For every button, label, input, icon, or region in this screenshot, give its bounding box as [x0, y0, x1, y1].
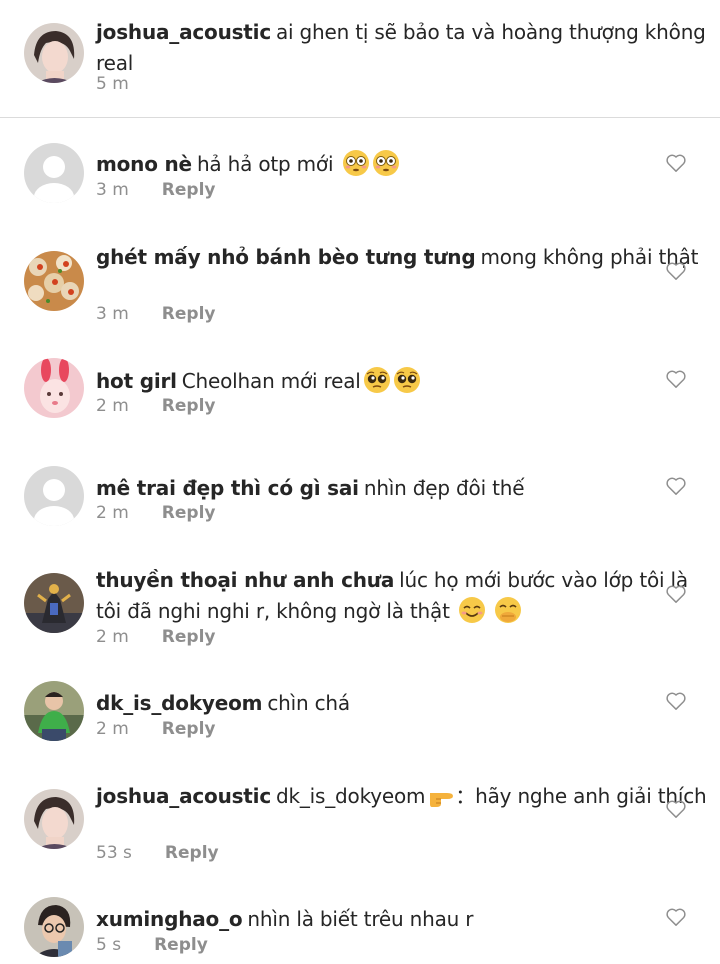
comment-username[interactable]: mono nè	[96, 152, 192, 176]
heart-outline-icon[interactable]	[665, 476, 687, 496]
comment-text: dk_is_dokyeom chìn chá	[96, 688, 716, 719]
reply-button[interactable]: Reply	[165, 843, 219, 863]
comment-body: Cheolhan mới real	[181, 369, 361, 393]
comment-username[interactable]: ghét mấy nhỏ bánh bèo tưng tưng	[96, 245, 476, 269]
comment-text: xuminghao_o nhìn là biết trêu nhau r	[96, 904, 716, 935]
comment-text: ghét mấy nhỏ bánh bèo tưng tưng mong khôn…	[96, 242, 716, 273]
heart-outline-icon[interactable]	[665, 369, 687, 389]
reply-button[interactable]: Reply	[162, 503, 216, 523]
comment-text: mono nè hả hả otp mới	[96, 149, 716, 180]
smiling-face-emoji	[458, 596, 486, 624]
heart-outline-icon[interactable]	[665, 691, 687, 711]
comment-body: nhìn là biết trêu nhau r	[247, 907, 474, 931]
comment-username[interactable]: xuminghao_o	[96, 907, 243, 931]
comment-time: 3 m	[96, 180, 129, 200]
reply-button[interactable]: Reply	[162, 719, 216, 739]
comment-body: nhìn đẹp đôi thế	[363, 476, 525, 500]
bunny-filter-avatar[interactable]	[24, 358, 84, 418]
default-avatar[interactable]	[24, 143, 84, 203]
comment-username[interactable]: thuyền thoại như anh chưa	[96, 568, 394, 592]
glasses-avatar[interactable]	[24, 897, 84, 957]
comment-username[interactable]: joshua_acoustic	[96, 784, 271, 808]
figure-avatar[interactable]	[24, 573, 84, 633]
flushed-face-emoji	[372, 149, 400, 177]
comment-username[interactable]: dk_is_dokyeom	[96, 691, 263, 715]
comment-text: mê trai đẹp thì có gì sai nhìn đẹp đôi th…	[96, 473, 716, 504]
caption-text: joshua_acoustic ai ghen tị sẽ bảo ta và h…	[96, 17, 716, 79]
flushed-face-emoji	[342, 149, 370, 177]
reply-button[interactable]: Reply	[154, 935, 208, 955]
caption-meta: 5 m	[96, 74, 162, 94]
comment-meta: 5 s Reply	[96, 935, 208, 955]
comment-meta: 3 m Reply	[96, 304, 215, 324]
post-caption: joshua_acoustic ai ghen tị sẽ bảo ta và h…	[0, 0, 720, 118]
comment-text: hot girl Cheolhan mới real	[96, 366, 716, 397]
comment-username[interactable]: mê trai đẹp thì có gì sai	[96, 476, 359, 500]
caption-username[interactable]: joshua_acoustic	[96, 20, 271, 44]
pointing-right-emoji	[427, 781, 455, 809]
comment-time: 5 s	[96, 935, 122, 955]
green-shirt-avatar[interactable]	[24, 681, 84, 741]
comment-text: joshua_acoustic dk_is_dokyeom ：hãy nghe an…	[96, 781, 716, 812]
heart-outline-icon[interactable]	[665, 261, 687, 281]
comment-body: hả hả otp mới	[196, 152, 334, 176]
pleading-face-emoji	[363, 366, 391, 394]
reply-button[interactable]: Reply	[162, 304, 216, 324]
comment-time: 53 s	[96, 843, 132, 863]
comment-mention[interactable]: dk_is_dokyeom	[276, 784, 426, 808]
reply-button[interactable]: Reply	[162, 627, 216, 647]
food-avatar[interactable]	[24, 251, 84, 311]
heart-outline-icon[interactable]	[665, 153, 687, 173]
comment-time: 2 m	[96, 396, 129, 416]
caption-time: 5 m	[96, 74, 129, 94]
default-avatar[interactable]	[24, 466, 84, 526]
reply-button[interactable]: Reply	[162, 180, 216, 200]
comment-meta: 2 m Reply	[96, 503, 215, 523]
comment-body: chìn chá	[267, 691, 350, 715]
comment-username[interactable]: hot girl	[96, 369, 177, 393]
comment-time: 2 m	[96, 719, 129, 739]
face-with-hand-over-mouth-emoji	[494, 596, 522, 624]
comment-time: 2 m	[96, 503, 129, 523]
comment-time: 2 m	[96, 627, 129, 647]
caption-author-avatar[interactable]	[24, 23, 84, 83]
reply-button[interactable]: Reply	[162, 396, 216, 416]
comment-meta: 2 m Reply	[96, 627, 215, 647]
pleading-face-emoji	[393, 366, 421, 394]
comment-meta: 3 m Reply	[96, 180, 215, 200]
heart-outline-icon[interactable]	[665, 584, 687, 604]
comment-meta: 53 s Reply	[96, 843, 219, 863]
comment-time: 3 m	[96, 304, 129, 324]
heart-outline-icon[interactable]	[665, 799, 687, 819]
comment-meta: 2 m Reply	[96, 719, 215, 739]
man-avatar[interactable]	[24, 789, 84, 849]
heart-outline-icon[interactable]	[665, 907, 687, 927]
comment-text: thuyền thoại như anh chưa lúc họ mới bước…	[96, 565, 716, 627]
comment-meta: 2 m Reply	[96, 396, 215, 416]
